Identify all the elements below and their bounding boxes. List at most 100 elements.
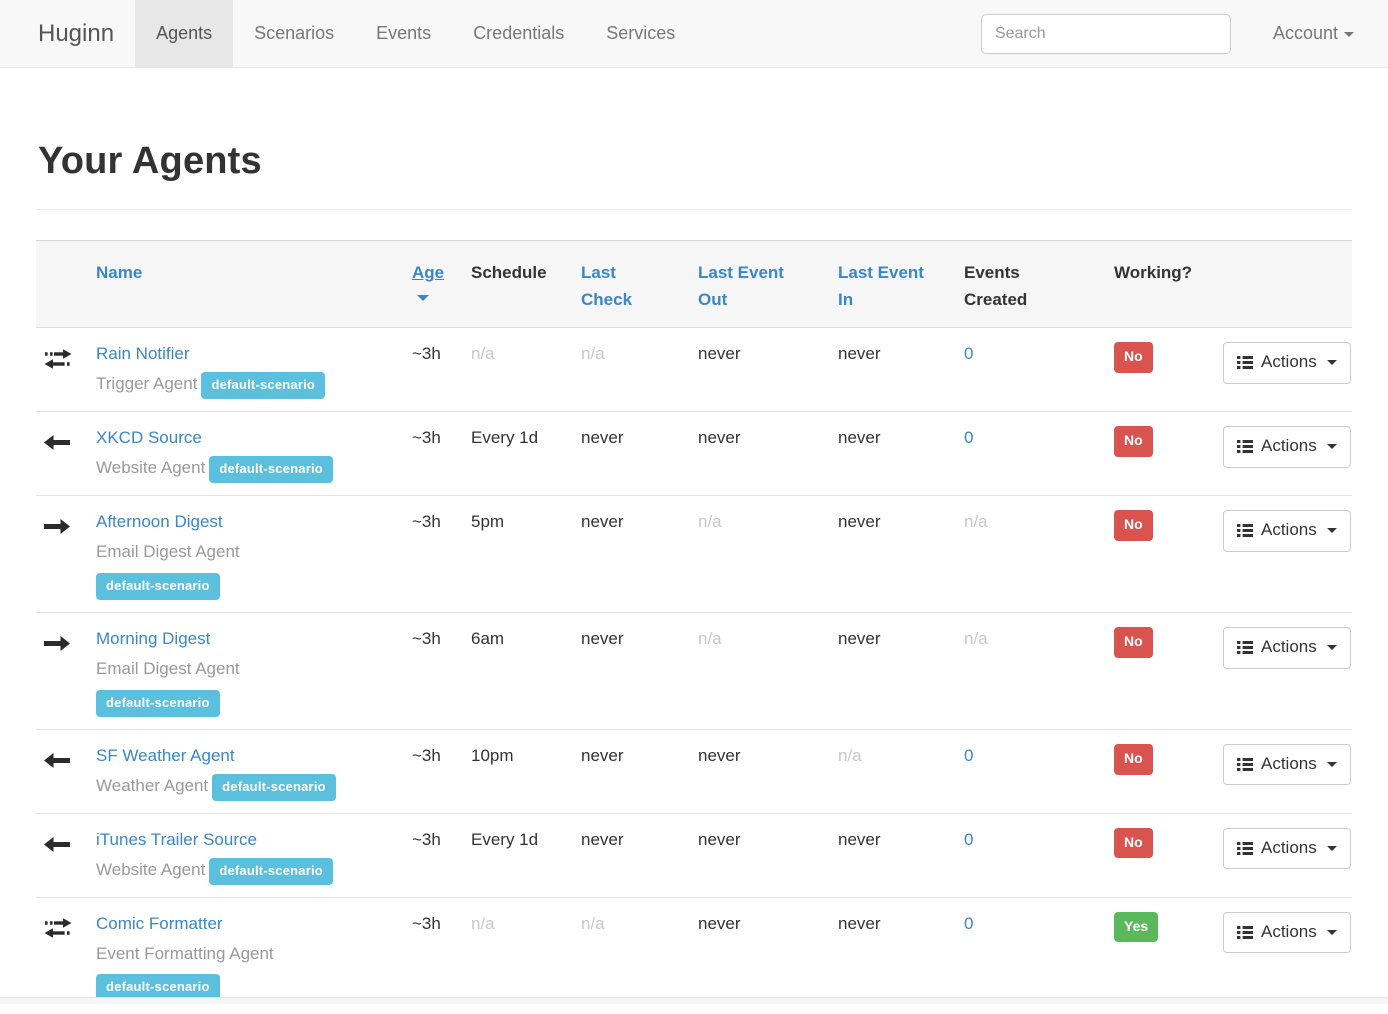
- nav-spacer: [696, 0, 981, 67]
- cell-last-event-in: never: [830, 813, 956, 897]
- agent-name-link[interactable]: Afternoon Digest: [96, 512, 223, 531]
- account-label: Account: [1273, 23, 1338, 43]
- arrow-right-icon: [44, 516, 70, 535]
- agent-row-afternoon-digest: Afternoon Digest Email Digest Agent defaul…: [36, 496, 1352, 613]
- agent-name-link[interactable]: Morning Digest: [96, 629, 210, 648]
- nav-item-agents[interactable]: Agents: [135, 0, 233, 67]
- actions-dropdown-button[interactable]: Actions: [1223, 627, 1351, 668]
- search-input[interactable]: [981, 14, 1231, 54]
- cell-age: ~3h: [404, 412, 463, 496]
- cell-last-event-out: never: [690, 813, 830, 897]
- chevron-down-icon: [1327, 444, 1337, 449]
- col-header-actions: [1215, 241, 1352, 328]
- cell-schedule: Every 1d: [463, 412, 573, 496]
- scenario-badge[interactable]: default-scenario: [209, 456, 333, 483]
- agent-name-link[interactable]: iTunes Trailer Source: [96, 830, 257, 849]
- agent-row-rain-notifier: Rain NotifierTrigger Agentdefault-scenar…: [36, 328, 1352, 412]
- agent-type-label: Email Digest Agent: [96, 542, 240, 561]
- col-header-last_event_in[interactable]: Last Event In: [830, 241, 956, 328]
- cell-name: iTunes Trailer SourceWebsite Agentdefaul…: [88, 813, 404, 897]
- agent-type-label: Website Agent: [96, 458, 205, 477]
- brand-link[interactable]: Huginn: [0, 0, 135, 67]
- title-divider: [36, 209, 1352, 210]
- actions-button-label: Actions: [1261, 436, 1317, 456]
- scenario-badge[interactable]: default-scenario: [212, 774, 336, 801]
- agent-name-link[interactable]: XKCD Source: [96, 428, 202, 447]
- cell-last-check: n/a: [573, 328, 690, 412]
- col-header-age[interactable]: Age: [404, 241, 463, 328]
- cell-last-event-in: never: [830, 412, 956, 496]
- actions-button-label: Actions: [1261, 838, 1317, 858]
- cell-icon: [36, 412, 88, 496]
- table-body: Rain NotifierTrigger Agentdefault-scenar…: [36, 328, 1352, 1014]
- cell-icon: [36, 613, 88, 730]
- cell-age: ~3h: [404, 328, 463, 412]
- agent-type-label: Event Formatting Agent: [96, 944, 274, 963]
- nav-item-events[interactable]: Events: [355, 0, 452, 67]
- actions-dropdown-button[interactable]: Actions: [1223, 342, 1351, 383]
- events-created-link[interactable]: 0: [964, 428, 973, 447]
- col-header-label: Name: [96, 259, 142, 286]
- actions-dropdown-button[interactable]: Actions: [1223, 828, 1351, 869]
- cell-working: No: [1106, 729, 1215, 813]
- actions-dropdown-button[interactable]: Actions: [1223, 510, 1351, 551]
- actions-dropdown-button[interactable]: Actions: [1223, 426, 1351, 467]
- scenario-badge[interactable]: default-scenario: [96, 690, 220, 717]
- agent-row-itunes-trailer-source: iTunes Trailer SourceWebsite Agentdefaul…: [36, 813, 1352, 897]
- working-status-badge: No: [1114, 426, 1153, 457]
- col-header-label: Last Event In: [838, 259, 930, 313]
- cell-last-event-out: never: [690, 328, 830, 412]
- col-header-icon: [36, 241, 88, 328]
- working-status-badge: No: [1114, 828, 1153, 859]
- arrow-right-icon: [44, 633, 70, 652]
- account-menu[interactable]: Account: [1273, 23, 1354, 44]
- col-header-label: Schedule: [471, 259, 547, 286]
- chevron-down-icon: [1327, 930, 1337, 935]
- main-nav: AgentsScenariosEventsCredentialsServices: [135, 0, 696, 67]
- agent-row-xkcd-source: XKCD Source Website Agentdefault-scenario…: [36, 412, 1352, 496]
- events-created-link[interactable]: 0: [964, 746, 973, 765]
- navbar: Huginn AgentsScenariosEventsCredentialsS…: [0, 0, 1388, 68]
- col-header-last_event_out[interactable]: Last Event Out: [690, 241, 830, 328]
- chevron-down-icon: [1327, 846, 1337, 851]
- agent-type-label: Weather Agent: [96, 776, 208, 795]
- cell-last-event-in: never: [830, 328, 956, 412]
- agent-row-sf-weather-agent: SF Weather Agent Weather Agentdefault-sce…: [36, 729, 1352, 813]
- cell-last-check: never: [573, 496, 690, 613]
- cell-events-created: 0: [956, 813, 1106, 897]
- actions-dropdown-button[interactable]: Actions: [1223, 744, 1351, 785]
- actions-button-label: Actions: [1261, 637, 1317, 657]
- nav-item-credentials[interactable]: Credentials: [452, 0, 585, 67]
- col-header-working: Working?: [1106, 241, 1215, 328]
- cell-last-event-in: never: [830, 613, 956, 730]
- nav-item-scenarios[interactable]: Scenarios: [233, 0, 355, 67]
- scenario-badge[interactable]: default-scenario: [201, 372, 325, 399]
- col-header-name[interactable]: Name: [88, 241, 404, 328]
- agent-name-link[interactable]: SF Weather Agent: [96, 746, 235, 765]
- events-created-link[interactable]: 0: [964, 914, 973, 933]
- agent-row-morning-digest: Morning DigestEmail Digest Agentdefault-…: [36, 613, 1352, 730]
- working-status-badge: No: [1114, 342, 1153, 373]
- cell-actions: Actions: [1215, 328, 1352, 412]
- cell-working: No: [1106, 496, 1215, 613]
- cell-age: ~3h: [404, 496, 463, 613]
- actions-button-label: Actions: [1261, 754, 1317, 774]
- col-header-label: Last Event Out: [698, 259, 790, 313]
- exchange-icon: [44, 918, 72, 937]
- working-status-badge: No: [1114, 510, 1153, 541]
- actions-dropdown-button[interactable]: Actions: [1223, 912, 1351, 953]
- cell-working: No: [1106, 813, 1215, 897]
- scenario-badge[interactable]: default-scenario: [209, 858, 333, 885]
- cell-actions: Actions: [1215, 613, 1352, 730]
- agent-name-link[interactable]: Rain Notifier: [96, 344, 190, 363]
- events-created-link[interactable]: 0: [964, 830, 973, 849]
- cell-last-check: never: [573, 729, 690, 813]
- agent-name-link[interactable]: Comic Formatter: [96, 914, 223, 933]
- col-header-last_check[interactable]: Last Check: [573, 241, 690, 328]
- cell-schedule: 6am: [463, 613, 573, 730]
- scenario-badge[interactable]: default-scenario: [96, 573, 220, 600]
- page-title: Your Agents: [38, 140, 1352, 183]
- events-created-link[interactable]: 0: [964, 344, 973, 363]
- nav-item-services[interactable]: Services: [585, 0, 696, 67]
- col-header-label: Working?: [1114, 259, 1192, 286]
